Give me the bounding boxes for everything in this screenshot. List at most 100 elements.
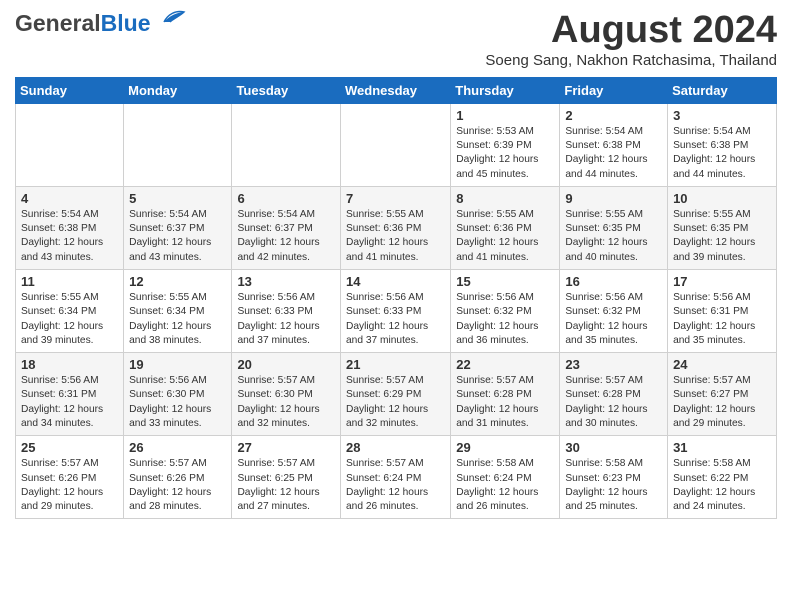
day-info: Sunrise: 5:54 AM Sunset: 6:37 PM Dayligh… bbox=[129, 208, 226, 265]
day-number: 17 bbox=[673, 274, 771, 289]
calendar-week-row: 18 Sunrise: 5:56 AM Sunset: 6:31 PM Dayli… bbox=[16, 353, 777, 436]
calendar-cell: 2 Sunrise: 5:54 AM Sunset: 6:38 PM Daylig… bbox=[560, 103, 668, 186]
calendar-cell: 13Sunrise: 5:56 AM Sunset: 6:33 PM Dayli… bbox=[232, 270, 341, 353]
day-info: Sunrise: 5:57 AM Sunset: 6:26 PM Dayligh… bbox=[21, 457, 118, 514]
calendar-cell: 5 Sunrise: 5:54 AM Sunset: 6:37 PM Daylig… bbox=[124, 186, 232, 269]
day-number: 9 bbox=[565, 191, 662, 206]
calendar-cell: 16 Sunrise: 5:56 AM Sunset: 6:32 PM Dayli… bbox=[560, 270, 668, 353]
weekday-header-tuesday: Tuesday bbox=[232, 77, 341, 103]
calendar-cell: 15 Sunrise: 5:56 AM Sunset: 6:32 PM Dayli… bbox=[451, 270, 560, 353]
day-info: Sunrise: 5:56 AM Sunset: 6:33 PM Dayligh… bbox=[346, 291, 445, 348]
day-info: Sunrise: 5:57 AM Sunset: 6:28 PM Dayligh… bbox=[456, 374, 554, 431]
calendar-table: SundayMondayTuesdayWednesdayThursdayFrid… bbox=[15, 77, 777, 520]
day-info: Sunrise: 5:57 AM Sunset: 6:25 PM Dayligh… bbox=[237, 457, 335, 514]
calendar-cell: 14Sunrise: 5:56 AM Sunset: 6:33 PM Dayli… bbox=[341, 270, 451, 353]
day-info: Sunrise: 5:58 AM Sunset: 6:23 PM Dayligh… bbox=[565, 457, 662, 514]
weekday-header-saturday: Saturday bbox=[668, 77, 777, 103]
day-info: Sunrise: 5:57 AM Sunset: 6:30 PM Dayligh… bbox=[237, 374, 335, 431]
calendar-cell: 28Sunrise: 5:57 AM Sunset: 6:24 PM Dayli… bbox=[341, 436, 451, 519]
day-info: Sunrise: 5:56 AM Sunset: 6:31 PM Dayligh… bbox=[673, 291, 771, 348]
calendar-cell: 9 Sunrise: 5:55 AM Sunset: 6:35 PM Daylig… bbox=[560, 186, 668, 269]
title-section: August 2024 Soeng Sang, Nakhon Ratchasim… bbox=[485, 10, 777, 69]
calendar-week-row: 11 Sunrise: 5:55 AM Sunset: 6:34 PM Dayli… bbox=[16, 270, 777, 353]
month-year-title: August 2024 bbox=[485, 10, 777, 52]
calendar-cell: 23 Sunrise: 5:57 AM Sunset: 6:28 PM Dayli… bbox=[560, 353, 668, 436]
day-info: Sunrise: 5:58 AM Sunset: 6:22 PM Dayligh… bbox=[673, 457, 771, 514]
day-info: Sunrise: 5:55 AM Sunset: 6:34 PM Dayligh… bbox=[129, 291, 226, 348]
calendar-cell: 22 Sunrise: 5:57 AM Sunset: 6:28 PM Dayli… bbox=[451, 353, 560, 436]
calendar-cell: 26Sunrise: 5:57 AM Sunset: 6:26 PM Dayli… bbox=[124, 436, 232, 519]
day-info: Sunrise: 5:57 AM Sunset: 6:26 PM Dayligh… bbox=[129, 457, 226, 514]
weekday-header-row: SundayMondayTuesdayWednesdayThursdayFrid… bbox=[16, 77, 777, 103]
day-number: 12 bbox=[129, 274, 226, 289]
calendar-week-row: 4Sunrise: 5:54 AM Sunset: 6:38 PM Daylig… bbox=[16, 186, 777, 269]
calendar-cell bbox=[341, 103, 451, 186]
day-info: Sunrise: 5:56 AM Sunset: 6:32 PM Dayligh… bbox=[456, 291, 554, 348]
calendar-cell bbox=[16, 103, 124, 186]
day-info: Sunrise: 5:54 AM Sunset: 6:38 PM Dayligh… bbox=[21, 208, 118, 265]
calendar-cell: 20 Sunrise: 5:57 AM Sunset: 6:30 PM Dayli… bbox=[232, 353, 341, 436]
day-number: 30 bbox=[565, 440, 662, 455]
calendar-cell: 31Sunrise: 5:58 AM Sunset: 6:22 PM Dayli… bbox=[668, 436, 777, 519]
day-info: Sunrise: 5:57 AM Sunset: 6:29 PM Dayligh… bbox=[346, 374, 445, 431]
day-number: 23 bbox=[565, 357, 662, 372]
day-number: 2 bbox=[565, 108, 662, 123]
day-info: Sunrise: 5:56 AM Sunset: 6:31 PM Dayligh… bbox=[21, 374, 118, 431]
day-number: 18 bbox=[21, 357, 118, 372]
day-number: 1 bbox=[456, 108, 554, 123]
day-number: 15 bbox=[456, 274, 554, 289]
calendar-cell: 29Sunrise: 5:58 AM Sunset: 6:24 PM Dayli… bbox=[451, 436, 560, 519]
day-number: 25 bbox=[21, 440, 118, 455]
day-number: 8 bbox=[456, 191, 554, 206]
logo: GeneralBlue bbox=[15, 10, 186, 37]
day-number: 7 bbox=[346, 191, 445, 206]
calendar-cell: 10Sunrise: 5:55 AM Sunset: 6:35 PM Dayli… bbox=[668, 186, 777, 269]
day-info: Sunrise: 5:54 AM Sunset: 6:38 PM Dayligh… bbox=[673, 125, 771, 182]
day-number: 5 bbox=[129, 191, 226, 206]
page-header: GeneralBlue August 2024 Soeng Sang, Nakh… bbox=[15, 10, 777, 69]
weekday-header-monday: Monday bbox=[124, 77, 232, 103]
day-info: Sunrise: 5:57 AM Sunset: 6:27 PM Dayligh… bbox=[673, 374, 771, 431]
calendar-cell: 18 Sunrise: 5:56 AM Sunset: 6:31 PM Dayli… bbox=[16, 353, 124, 436]
day-number: 3 bbox=[673, 108, 771, 123]
calendar-cell: 25 Sunrise: 5:57 AM Sunset: 6:26 PM Dayli… bbox=[16, 436, 124, 519]
day-number: 24 bbox=[673, 357, 771, 372]
day-number: 20 bbox=[237, 357, 335, 372]
day-info: Sunrise: 5:56 AM Sunset: 6:30 PM Dayligh… bbox=[129, 374, 226, 431]
day-number: 13 bbox=[237, 274, 335, 289]
day-number: 6 bbox=[237, 191, 335, 206]
day-info: Sunrise: 5:54 AM Sunset: 6:38 PM Dayligh… bbox=[565, 125, 662, 182]
calendar-cell: 6 Sunrise: 5:54 AM Sunset: 6:37 PM Daylig… bbox=[232, 186, 341, 269]
calendar-cell: 11 Sunrise: 5:55 AM Sunset: 6:34 PM Dayli… bbox=[16, 270, 124, 353]
day-info: Sunrise: 5:56 AM Sunset: 6:32 PM Dayligh… bbox=[565, 291, 662, 348]
day-number: 28 bbox=[346, 440, 445, 455]
calendar-cell: 12 Sunrise: 5:55 AM Sunset: 6:34 PM Dayli… bbox=[124, 270, 232, 353]
day-info: Sunrise: 5:55 AM Sunset: 6:36 PM Dayligh… bbox=[346, 208, 445, 265]
day-info: Sunrise: 5:55 AM Sunset: 6:34 PM Dayligh… bbox=[21, 291, 118, 348]
calendar-cell bbox=[232, 103, 341, 186]
calendar-cell: 4Sunrise: 5:54 AM Sunset: 6:38 PM Daylig… bbox=[16, 186, 124, 269]
calendar-week-row: 1 Sunrise: 5:53 AM Sunset: 6:39 PM Daylig… bbox=[16, 103, 777, 186]
day-number: 21 bbox=[346, 357, 445, 372]
weekday-header-sunday: Sunday bbox=[16, 77, 124, 103]
day-info: Sunrise: 5:54 AM Sunset: 6:37 PM Dayligh… bbox=[237, 208, 335, 265]
calendar-cell: 19 Sunrise: 5:56 AM Sunset: 6:30 PM Dayli… bbox=[124, 353, 232, 436]
day-info: Sunrise: 5:55 AM Sunset: 6:35 PM Dayligh… bbox=[673, 208, 771, 265]
calendar-cell: 21 Sunrise: 5:57 AM Sunset: 6:29 PM Dayli… bbox=[341, 353, 451, 436]
calendar-cell: 24 Sunrise: 5:57 AM Sunset: 6:27 PM Dayli… bbox=[668, 353, 777, 436]
day-number: 16 bbox=[565, 274, 662, 289]
calendar-cell: 7 Sunrise: 5:55 AM Sunset: 6:36 PM Daylig… bbox=[341, 186, 451, 269]
bird-icon bbox=[154, 8, 186, 30]
day-info: Sunrise: 5:55 AM Sunset: 6:36 PM Dayligh… bbox=[456, 208, 554, 265]
weekday-header-wednesday: Wednesday bbox=[341, 77, 451, 103]
day-number: 22 bbox=[456, 357, 554, 372]
day-number: 11 bbox=[21, 274, 118, 289]
day-number: 19 bbox=[129, 357, 226, 372]
day-info: Sunrise: 5:58 AM Sunset: 6:24 PM Dayligh… bbox=[456, 457, 554, 514]
logo-text: GeneralBlue bbox=[15, 10, 151, 37]
calendar-cell: 3 Sunrise: 5:54 AM Sunset: 6:38 PM Daylig… bbox=[668, 103, 777, 186]
day-info: Sunrise: 5:53 AM Sunset: 6:39 PM Dayligh… bbox=[456, 125, 554, 182]
day-info: Sunrise: 5:55 AM Sunset: 6:35 PM Dayligh… bbox=[565, 208, 662, 265]
day-info: Sunrise: 5:57 AM Sunset: 6:28 PM Dayligh… bbox=[565, 374, 662, 431]
calendar-week-row: 25 Sunrise: 5:57 AM Sunset: 6:26 PM Dayli… bbox=[16, 436, 777, 519]
